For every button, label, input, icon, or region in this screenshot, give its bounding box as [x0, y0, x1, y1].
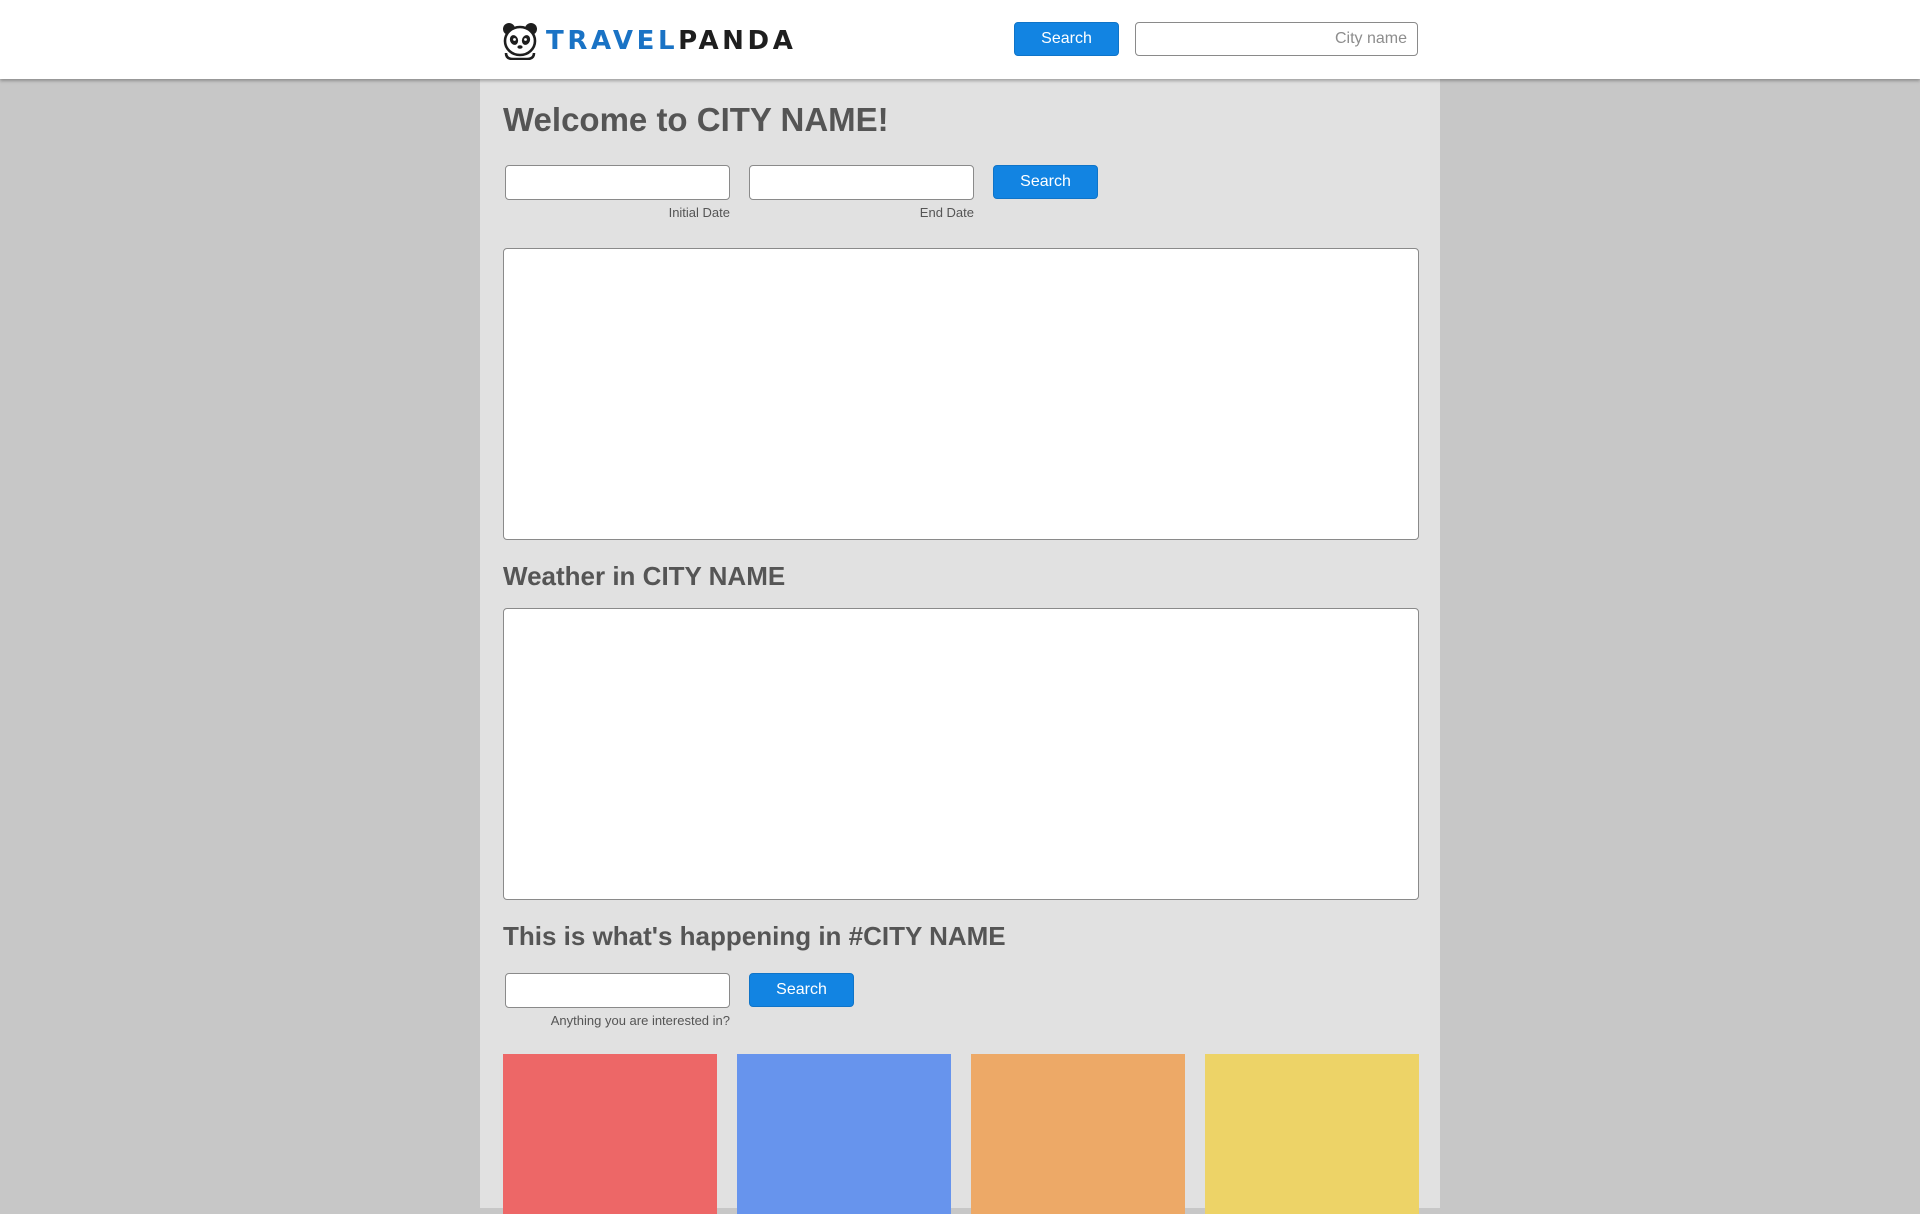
weather-title: Weather in CITY NAME [503, 561, 786, 591]
main-content: Welcome to CITY NAME! Initial Date End D… [480, 79, 1440, 1214]
panda-icon [503, 23, 537, 60]
date-search-button[interactable]: Search [993, 165, 1098, 199]
interest-input[interactable] [505, 973, 730, 1008]
interest-search-button[interactable]: Search [749, 973, 854, 1007]
city-search-button[interactable]: Search [1014, 22, 1119, 56]
city-overview-panel [503, 248, 1419, 540]
top-navigation-bar: TRAVELPANDA Search [0, 0, 1920, 79]
logo-wordmark-travel: TRAVEL [546, 26, 679, 56]
initial-date-label: Initial Date [668, 205, 730, 220]
event-tile[interactable] [971, 1054, 1185, 1214]
city-name-input[interactable] [1135, 22, 1418, 56]
travelpanda-logo[interactable]: TRAVELPANDA [502, 21, 796, 61]
initial-date-input[interactable] [505, 165, 730, 200]
event-tile[interactable] [503, 1054, 717, 1214]
event-tile[interactable] [737, 1054, 951, 1214]
end-date-input[interactable] [749, 165, 974, 200]
happening-title: This is what's happening in #CITY NAME [503, 921, 1006, 951]
logo-wordmark: TRAVELPANDA [546, 28, 796, 54]
end-date-label: End Date [919, 205, 974, 220]
welcome-title: Welcome to CITY NAME! [503, 101, 889, 138]
event-tile[interactable] [1205, 1054, 1419, 1214]
weather-panel [503, 608, 1419, 900]
logo-wordmark-panda: PANDA [678, 26, 797, 56]
interest-label: Anything you are interested in? [550, 1013, 730, 1028]
